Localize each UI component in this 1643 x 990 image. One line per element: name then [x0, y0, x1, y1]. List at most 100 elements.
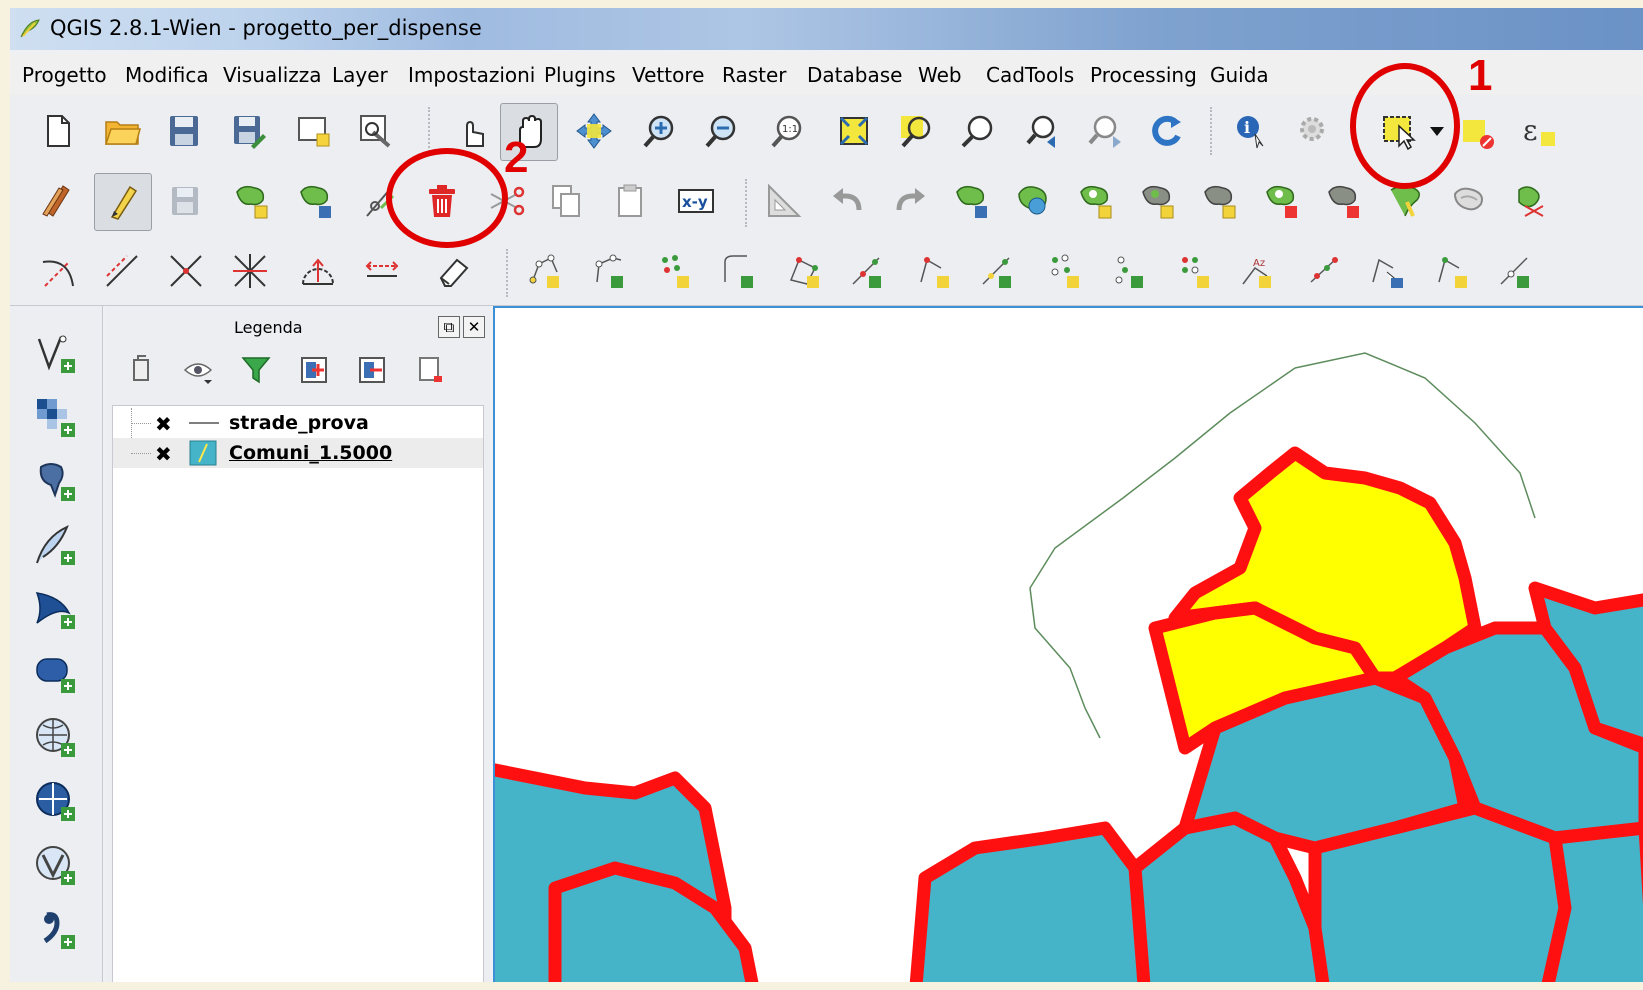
- save-as-button[interactable]: [222, 105, 274, 157]
- add-delimited-text-layer-button[interactable]: [28, 902, 84, 958]
- add-oracle-layer-button[interactable]: [28, 646, 84, 702]
- split-features-button[interactable]: [1444, 175, 1496, 227]
- menu-database[interactable]: Database: [807, 63, 902, 87]
- undo-button[interactable]: [822, 175, 874, 227]
- select-features-button[interactable]: [1374, 105, 1426, 157]
- advanced-digitizing-button-12[interactable]: Az: [1232, 245, 1284, 297]
- paste-features-button[interactable]: [604, 175, 656, 227]
- line-button[interactable]: [96, 245, 148, 297]
- copy-features-button[interactable]: [540, 175, 592, 227]
- menu-visualizza[interactable]: Visualizza: [223, 63, 322, 87]
- advanced-digitizing-button-6[interactable]: [842, 245, 894, 297]
- delete-selected-button[interactable]: [416, 175, 468, 227]
- reshape-button[interactable]: [1318, 175, 1370, 227]
- expand-all-button[interactable]: [292, 348, 336, 392]
- menu-plugins[interactable]: Plugins: [544, 63, 616, 87]
- zoom-to-selection-button[interactable]: [890, 105, 942, 157]
- layer-visibility-checkbox[interactable]: ✖: [155, 442, 172, 466]
- advanced-digitizing-button-11[interactable]: [1170, 245, 1222, 297]
- simplify-feature-button[interactable]: [946, 175, 998, 227]
- collapse-all-button[interactable]: [350, 348, 394, 392]
- identify-button[interactable]: i: [1226, 105, 1278, 157]
- current-edits-button[interactable]: [32, 175, 84, 227]
- menu-guida[interactable]: Guida: [1210, 63, 1269, 87]
- move-feature-button[interactable]: [290, 175, 342, 227]
- zoom-out-button[interactable]: [696, 105, 748, 157]
- advanced-digitizing-button-4[interactable]: [714, 245, 766, 297]
- menu-progetto[interactable]: Progetto: [22, 63, 107, 87]
- zoom-native-button[interactable]: 1:1: [762, 105, 814, 157]
- new-project-button[interactable]: [32, 105, 84, 157]
- filter-legend-button[interactable]: [234, 348, 278, 392]
- arc-button[interactable]: [32, 245, 84, 297]
- save-edits-button[interactable]: [160, 175, 212, 227]
- zoom-to-layer-button[interactable]: [952, 105, 1004, 157]
- delete-part-button[interactable]: [1256, 175, 1308, 227]
- node-tool-button[interactable]: [354, 175, 406, 227]
- advanced-digitizing-button-9[interactable]: [1040, 245, 1092, 297]
- add-mssql-layer-button[interactable]: [28, 582, 84, 638]
- menu-modifica[interactable]: Modifica: [125, 63, 209, 87]
- remove-layer-button[interactable]: [408, 348, 452, 392]
- parallel-button[interactable]: [356, 245, 408, 297]
- zoom-full-button[interactable]: [828, 105, 880, 157]
- add-feature-button[interactable]: [226, 175, 278, 227]
- map-canvas[interactable]: [493, 306, 1643, 982]
- advanced-digitizing-button-10[interactable]: [1104, 245, 1156, 297]
- new-print-composer-button[interactable]: [288, 105, 340, 157]
- layer-row[interactable]: ✖ strade_prova: [113, 408, 483, 454]
- advanced-digitizing-button-5[interactable]: [780, 245, 832, 297]
- offset-curve-button[interactable]: [1380, 175, 1432, 227]
- menu-cadtools[interactable]: CadTools: [986, 63, 1074, 87]
- refresh-button[interactable]: [1140, 105, 1192, 157]
- bisector-button[interactable]: [224, 245, 276, 297]
- add-part-button[interactable]: [1070, 175, 1122, 227]
- run-feature-action-button[interactable]: [1288, 105, 1340, 157]
- add-wms-layer-button[interactable]: [28, 710, 84, 766]
- pan-to-selection-button[interactable]: [568, 105, 620, 157]
- add-vector-layer-button[interactable]: [28, 326, 84, 382]
- add-spatialite-layer-button[interactable]: [28, 518, 84, 574]
- menu-processing[interactable]: Processing: [1090, 63, 1197, 87]
- zoom-last-button[interactable]: [1018, 105, 1070, 157]
- menu-layer[interactable]: Layer: [332, 63, 388, 87]
- advanced-digitizing-button-1[interactable]: [520, 245, 572, 297]
- advanced-digitizing-button-16[interactable]: [1490, 245, 1542, 297]
- cut-features-button[interactable]: [480, 175, 532, 227]
- advanced-digitizing-button-7[interactable]: [910, 245, 962, 297]
- layer-visibility-checkbox[interactable]: ✖: [155, 412, 172, 436]
- layer-row[interactable]: ✖ Comuni_1.5000: [113, 438, 483, 468]
- touch-zoom-button[interactable]: [446, 105, 498, 157]
- select-dropdown-arrow-icon[interactable]: [1430, 127, 1444, 136]
- advanced-digitizing-button-3[interactable]: [650, 245, 702, 297]
- intersection-button[interactable]: [160, 245, 212, 297]
- add-postgis-layer-button[interactable]: [28, 454, 84, 510]
- circle-button[interactable]: [292, 245, 344, 297]
- measure-tool-button[interactable]: [758, 175, 810, 227]
- manage-visibility-button[interactable]: [176, 348, 220, 392]
- fill-ring-button[interactable]: [1132, 175, 1184, 227]
- open-project-button[interactable]: [96, 105, 148, 157]
- zoom-in-button[interactable]: [634, 105, 686, 157]
- advanced-digitizing-button-8[interactable]: [972, 245, 1024, 297]
- advanced-digitizing-button-15[interactable]: [1428, 245, 1480, 297]
- redo-button[interactable]: [884, 175, 936, 227]
- advanced-digitizing-button-2[interactable]: [584, 245, 636, 297]
- close-panel-button[interactable]: ✕: [463, 316, 485, 338]
- menu-web[interactable]: Web: [918, 63, 962, 87]
- menu-raster[interactable]: Raster: [722, 63, 787, 87]
- float-panel-button[interactable]: ⧉: [438, 316, 460, 338]
- add-ring-button[interactable]: [1008, 175, 1060, 227]
- menu-impostazioni[interactable]: Impostazioni: [408, 63, 535, 87]
- toggle-editing-button[interactable]: [94, 173, 152, 231]
- delete-ring-button[interactable]: [1194, 175, 1246, 227]
- eraser-button[interactable]: [428, 245, 480, 297]
- advanced-digitizing-button-14[interactable]: [1362, 245, 1414, 297]
- save-project-button[interactable]: [158, 105, 210, 157]
- xy-tool-button[interactable]: x-y: [670, 175, 722, 227]
- add-raster-layer-button[interactable]: [28, 390, 84, 446]
- zoom-next-button[interactable]: [1080, 105, 1132, 157]
- add-group-button[interactable]: [120, 348, 164, 392]
- expression-select-button[interactable]: ε: [1510, 105, 1562, 157]
- advanced-digitizing-button-13[interactable]: [1300, 245, 1352, 297]
